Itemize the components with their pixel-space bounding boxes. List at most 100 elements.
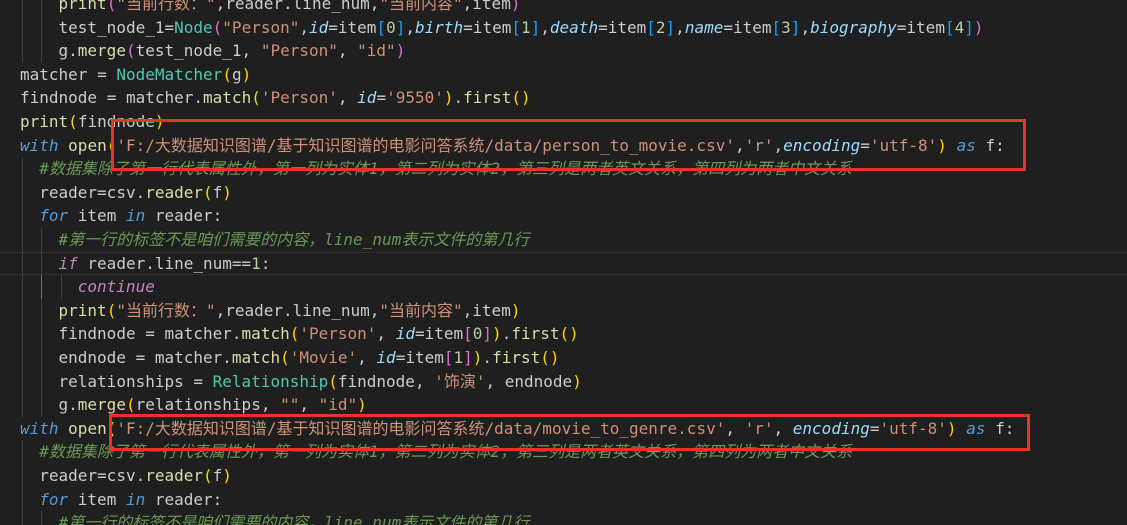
- code-token: ,: [734, 135, 745, 155]
- code-token: reader=csv.: [39, 182, 146, 202]
- code-token: test_node_1: [58, 17, 165, 37]
- code-token: =: [164, 17, 175, 37]
- code-token: [: [376, 17, 387, 37]
- code-token: 'r': [744, 135, 774, 155]
- code-token: endnode = matcher.: [58, 348, 232, 367]
- indent-guide: [41, 298, 43, 323]
- code-token: ): [154, 112, 165, 131]
- code-token: id: [357, 88, 377, 108]
- code-line[interactable]: for item in reader:: [0, 487, 1127, 512]
- code-token: print: [58, 0, 107, 13]
- code-token: as: [956, 135, 976, 155]
- indent-guide: [22, 440, 23, 464]
- code-token: ]: [665, 17, 676, 37]
- indent-guide: [22, 298, 23, 323]
- code-token: item: [68, 489, 126, 509]
- code-line[interactable]: #数据集除了第一行代表属性外，第一列为实体1，第二列为实体2，第三列是两者英文关…: [0, 157, 1127, 181]
- indent-guide: [22, 275, 23, 299]
- code-token: as: [966, 418, 986, 438]
- code-token: ]: [482, 324, 493, 344]
- code-line[interactable]: with open('F:/大数据知识图谱/基于知识图谱的电影问答系统/data…: [0, 134, 1127, 158]
- code-token: in: [125, 489, 146, 509]
- code-token: ): [222, 466, 232, 485]
- code-token: 1: [520, 17, 531, 37]
- code-token: f:: [975, 135, 1005, 155]
- indent-guide: [22, 393, 23, 417]
- code-token: NodeMatcher: [116, 64, 223, 84]
- code-line[interactable]: #第一行的标签不是咱们需要的内容，line_num表示文件的第几行: [0, 228, 1127, 252]
- code-token: name: [684, 17, 724, 37]
- code-token: 'utf-8': [879, 418, 947, 438]
- code-token: #数据集除了第一行代表属性外，第一列为实体1，第二列为实体2，第三列是两者英文关…: [39, 159, 853, 179]
- code-token: ]: [790, 17, 801, 37]
- code-token: '饰演': [434, 371, 486, 391]
- code-token: item: [68, 206, 126, 226]
- indent-guide: [22, 228, 23, 252]
- code-token: ]: [463, 348, 473, 367]
- code-token: relationships,: [135, 395, 281, 415]
- code-line[interactable]: print("当前行数：",reader.line_num,"当前内容",ite…: [0, 0, 1127, 16]
- code-line[interactable]: #第一行的标签不是咱们需要的内容，line_num表示文件的第几行: [0, 511, 1127, 525]
- code-token: (: [125, 41, 136, 61]
- code-token: (: [106, 418, 117, 438]
- code-line[interactable]: print(findnode): [0, 110, 1127, 134]
- code-line[interactable]: findnode = matcher.match('Person', id='9…: [0, 86, 1127, 110]
- code-line[interactable]: reader=csv.reader(f): [0, 464, 1127, 488]
- code-token: 'Person': [260, 88, 338, 108]
- code-token: print: [58, 300, 107, 320]
- code-token: ): [492, 324, 502, 344]
- code-token: ): [472, 348, 483, 367]
- code-token: .: [453, 88, 464, 108]
- code-token: #第一行的标签不是咱们需要的内容，line_num表示文件的第几行: [58, 230, 530, 249]
- code-line[interactable]: test_node_1=Node("Person",id=item[0],bir…: [0, 15, 1127, 40]
- code-token: 'r': [744, 418, 774, 438]
- code-line[interactable]: endnode = matcher.match('Movie', id=item…: [0, 346, 1127, 370]
- code-token: reader:: [145, 206, 223, 226]
- code-line[interactable]: matcher = NodeMatcher(g): [0, 63, 1127, 87]
- code-token: "当前内容": [379, 300, 463, 320]
- code-line[interactable]: findnode = matcher.match('Person', id=it…: [0, 322, 1127, 346]
- code-token: in: [125, 206, 146, 226]
- code-token: f:: [985, 418, 1015, 438]
- code-token: =item: [414, 324, 464, 344]
- code-token: print: [20, 112, 69, 131]
- code-token: findnode,: [337, 371, 435, 391]
- code-token: findnode: [20, 88, 98, 108]
- code-token: for: [39, 206, 69, 226]
- code-token: ): [395, 41, 406, 61]
- code-line[interactable]: #数据集除了第一行代表属性外，第一列为实体1，第二列为实体2，第三列是两者英文关…: [0, 440, 1127, 464]
- code-token: =: [376, 88, 387, 108]
- code-line[interactable]: for item in reader:: [0, 204, 1127, 228]
- code-token: ]: [964, 17, 974, 37]
- code-token: f: [212, 466, 223, 485]
- code-token: ): [572, 371, 582, 391]
- code-line[interactable]: continue: [0, 275, 1127, 299]
- code-line[interactable]: if reader.line_num==1:: [0, 251, 1127, 276]
- code-line[interactable]: g.merge(test_node_1, "Person", "id"): [0, 39, 1127, 63]
- code-token: (: [106, 135, 117, 155]
- indent-guide: [22, 204, 23, 228]
- code-token: "id": [357, 41, 396, 61]
- code-line[interactable]: print("当前行数：",reader.line_num,"当前内容",ite…: [0, 298, 1127, 323]
- code-token: match: [231, 348, 281, 367]
- code-token: ,: [773, 418, 793, 438]
- code-token: #第一行的标签不是咱们需要的内容，line_num表示文件的第几行: [58, 513, 530, 525]
- code-token: ,: [357, 348, 377, 367]
- code-token: g.: [58, 41, 78, 61]
- code-line[interactable]: relationships = Relationship(findnode, '…: [0, 369, 1127, 394]
- code-token: first: [492, 348, 541, 367]
- indent-guide: [22, 511, 23, 525]
- code-token: ): [520, 88, 531, 108]
- indent-guide: [22, 369, 23, 394]
- code-token: biography: [810, 17, 897, 37]
- code-line[interactable]: reader=csv.reader(f): [0, 180, 1127, 205]
- code-line[interactable]: with open('F:/大数据知识图谱/基于知识图谱的电影问答系统/data…: [0, 417, 1127, 441]
- code-editor[interactable]: print("当前行数：",reader.line_num,"当前内容",ite…: [0, 0, 1127, 525]
- code-token: [: [771, 17, 782, 37]
- code-token: ,item: [462, 0, 511, 13]
- code-token: matcher: [20, 64, 88, 84]
- code-token: '9550': [386, 88, 444, 108]
- code-line[interactable]: g.merge(relationships, "", "id"): [0, 393, 1127, 417]
